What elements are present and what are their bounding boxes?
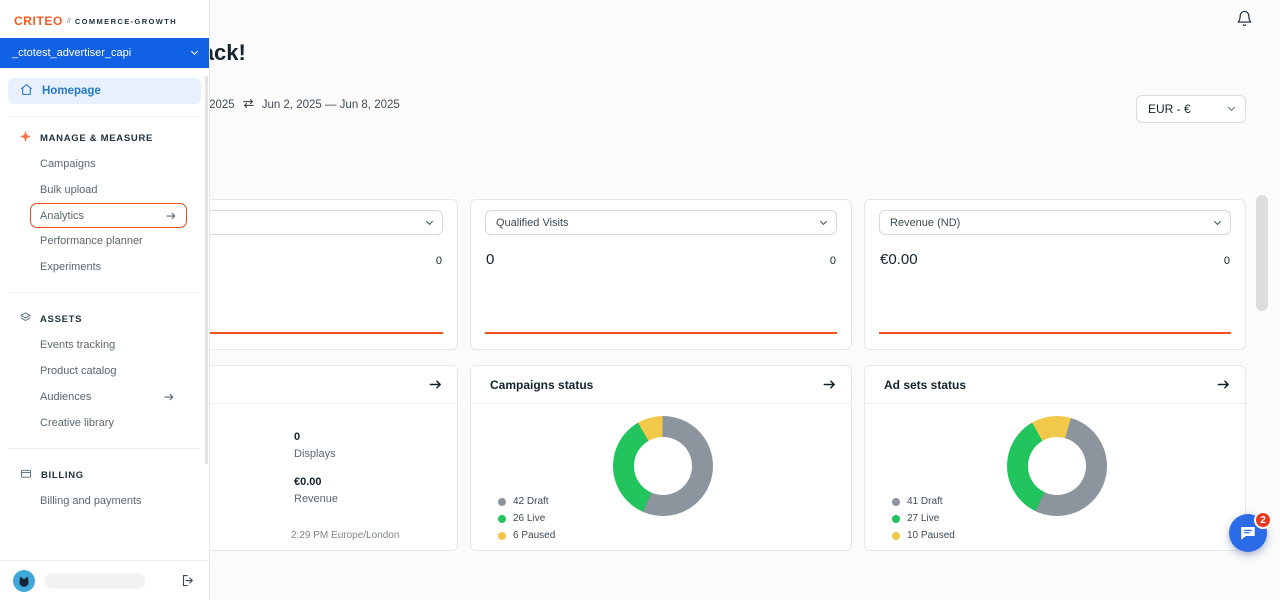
divider xyxy=(8,116,201,117)
metric-card-2: Qualified Visits 0 0 xyxy=(470,199,852,350)
legend-dot xyxy=(892,532,900,540)
chevron-down-icon xyxy=(1214,217,1221,224)
chat-unread-badge: 2 xyxy=(1254,511,1272,529)
user-avatar[interactable] xyxy=(13,570,35,592)
section-assets: ASSETS xyxy=(8,312,201,326)
screen: Welcome back! May 26, 2025 — Jun 1, 2025… xyxy=(0,0,1280,600)
sparkline-baseline xyxy=(485,332,837,334)
legend-item: 26 Live xyxy=(498,510,555,527)
currency-selector[interactable]: EUR - € xyxy=(1136,95,1246,123)
notifications-bell-icon[interactable] xyxy=(1236,10,1253,32)
sidebar-item-creative-library[interactable]: Creative library xyxy=(8,410,201,436)
legend-item: 6 Paused xyxy=(498,527,555,544)
compare-swap-icon xyxy=(242,98,255,112)
legend-dot xyxy=(498,532,506,540)
page-scrollbar-thumb[interactable] xyxy=(1256,195,1268,311)
metric-select-label: Qualified Visits xyxy=(496,217,569,229)
legend-dot xyxy=(498,515,506,523)
section-manage-measure: MANAGE & MEASURE xyxy=(8,131,201,145)
legend-dot xyxy=(892,498,900,506)
sidebar-item-billing-payments[interactable]: Billing and payments xyxy=(8,488,201,514)
card-title: Campaigns status xyxy=(490,378,593,392)
layers-icon xyxy=(20,312,31,326)
legend-item: 42 Draft xyxy=(498,493,555,510)
stat-label: Revenue xyxy=(294,491,338,508)
adsets-status-card: Ad sets status 41 Draft 27 Live xyxy=(864,365,1246,551)
sidebar-nav: Homepage MANAGE & MEASURE Campaigns Bulk… xyxy=(0,68,209,514)
metric-secondary-value: 0 xyxy=(830,255,836,267)
section-billing: BILLING xyxy=(8,468,201,482)
currency-value: EUR - € xyxy=(1148,102,1191,116)
sidebar-item-homepage[interactable]: Homepage xyxy=(8,78,201,104)
credit-card-icon xyxy=(20,468,32,482)
chevron-down-icon xyxy=(191,48,198,55)
spark-icon xyxy=(20,131,31,145)
arrow-right-icon[interactable] xyxy=(428,377,443,392)
sparkline-baseline xyxy=(879,332,1231,334)
sign-out-icon[interactable] xyxy=(181,573,196,588)
sidebar-item-analytics[interactable]: Analytics xyxy=(30,203,187,228)
legend-item: 41 Draft xyxy=(892,493,955,510)
arrow-right-icon xyxy=(163,391,175,403)
activity-stats: 0 Displays €0.00 Revenue xyxy=(294,429,338,519)
metric-card-3: Revenue (ND) €0.00 0 xyxy=(864,199,1246,350)
divider xyxy=(8,292,201,293)
divider xyxy=(8,448,201,449)
legend-item: 10 Paused xyxy=(892,527,955,544)
legend: 42 Draft 26 Live 6 Paused xyxy=(498,493,555,544)
metric-value: €0.00 xyxy=(880,251,918,268)
sidebar-item-experiments[interactable]: Experiments xyxy=(8,254,201,280)
metric-value: 0 xyxy=(486,251,494,268)
redacted-username xyxy=(45,574,145,588)
advertiser-selector[interactable]: _ctotest_advertiser_capi xyxy=(0,38,209,68)
stat-value: €0.00 xyxy=(294,474,338,491)
sidebar-footer xyxy=(0,560,209,600)
campaigns-status-donut xyxy=(613,416,713,516)
sidebar-item-product-catalog[interactable]: Product catalog xyxy=(8,358,201,384)
sidebar-item-audiences[interactable]: Audiences xyxy=(8,384,201,410)
adsets-status-donut xyxy=(1007,416,1107,516)
legend-dot xyxy=(498,498,506,506)
arrow-right-icon[interactable] xyxy=(1216,377,1231,392)
chevron-down-icon xyxy=(426,217,433,224)
metric-secondary-value: 0 xyxy=(436,255,442,267)
campaigns-status-card: Campaigns status 42 Draft 26 Live xyxy=(470,365,852,551)
metric-select-label: Revenue (ND) xyxy=(890,217,960,229)
logo-criteo: CRITEO xyxy=(14,14,63,28)
chevron-down-icon xyxy=(820,217,827,224)
chevron-down-icon xyxy=(1228,104,1235,111)
legend-dot xyxy=(892,515,900,523)
home-icon xyxy=(20,83,33,99)
sidebar-item-bulk-upload[interactable]: Bulk upload xyxy=(8,177,201,203)
sidebar-item-events-tracking[interactable]: Events tracking xyxy=(8,332,201,358)
last-update-timestamp: 2:29 PM Europe/London xyxy=(291,530,399,541)
date-range-current: Jun 2, 2025 — Jun 8, 2025 xyxy=(262,99,400,111)
logo-commerce-growth: COMMERCE-GROWTH xyxy=(75,17,177,26)
sidebar-item-campaigns[interactable]: Campaigns xyxy=(8,151,201,177)
metric-select-2[interactable]: Qualified Visits xyxy=(485,210,837,235)
sidebar-scrollbar-thumb[interactable] xyxy=(205,76,208,464)
stat-value: 0 xyxy=(294,429,338,446)
app-logo: CRITEO // COMMERCE-GROWTH xyxy=(0,0,209,38)
metric-secondary-value: 0 xyxy=(1224,255,1230,267)
legend: 41 Draft 27 Live 10 Paused xyxy=(892,493,955,544)
arrow-right-icon[interactable] xyxy=(822,377,837,392)
metric-select-3[interactable]: Revenue (ND) xyxy=(879,210,1231,235)
sidebar-item-performance-planner[interactable]: Performance planner xyxy=(8,228,201,254)
legend-item: 27 Live xyxy=(892,510,955,527)
advertiser-name: _ctotest_advertiser_capi xyxy=(12,47,131,59)
arrow-right-icon xyxy=(165,210,177,222)
sidebar: CRITEO // COMMERCE-GROWTH _ctotest_adver… xyxy=(0,0,210,600)
stat-label: Displays xyxy=(294,446,338,463)
card-title: Ad sets status xyxy=(884,378,966,392)
